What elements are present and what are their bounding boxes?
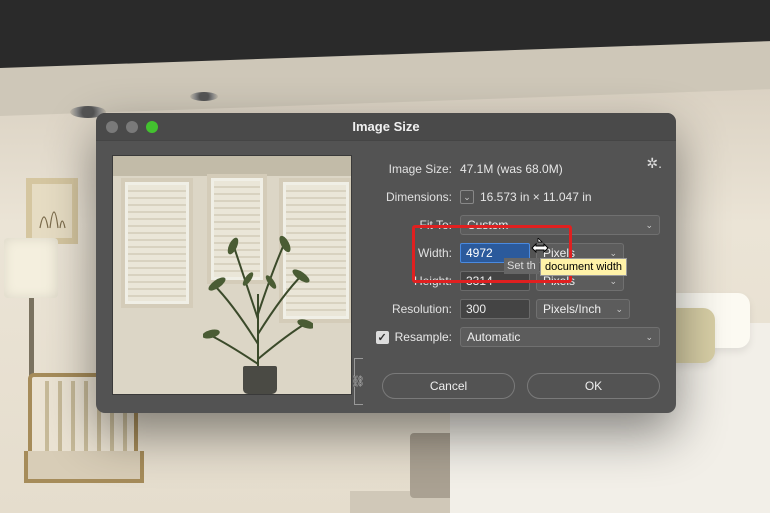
chevron-down-icon: ⌄ xyxy=(615,304,623,315)
minimize-icon[interactable] xyxy=(126,121,138,133)
close-icon[interactable] xyxy=(106,121,118,133)
ok-button[interactable]: OK xyxy=(527,373,660,399)
fit-to-value: Custom xyxy=(467,218,508,232)
constrain-proportions-icon[interactable]: ⛓ xyxy=(350,358,366,408)
resolution-unit-select[interactable]: Pixels/Inch ⌄ xyxy=(536,299,630,319)
resample-value: Automatic xyxy=(467,330,520,344)
resample-select[interactable]: Automatic ⌄ xyxy=(460,327,660,347)
height-unit-value: Pixels xyxy=(543,274,575,288)
titlebar[interactable]: Image Size xyxy=(96,113,676,141)
image-size-value: 47.1M (was 68.0M) xyxy=(460,162,563,176)
resolution-unit-value: Pixels/Inch xyxy=(543,302,601,316)
height-input[interactable]: 3314 xyxy=(460,271,530,291)
resolution-label: Resolution: xyxy=(368,302,460,316)
chevron-down-icon: ⌄ xyxy=(609,248,617,259)
tooltip: document width xyxy=(540,258,627,276)
chevron-down-icon: ⌄ xyxy=(645,220,653,231)
height-label: Height: xyxy=(368,274,460,288)
preview-thumbnail[interactable] xyxy=(112,155,352,395)
dimensions-disclosure[interactable]: ⌄ xyxy=(460,190,474,204)
resample-checkbox[interactable]: ✓ xyxy=(376,331,389,344)
resample-label: Resample: xyxy=(395,330,452,344)
gear-icon[interactable]: ✲. xyxy=(646,155,662,172)
tooltip-prefix: Set th xyxy=(504,258,539,274)
cancel-button[interactable]: Cancel xyxy=(382,373,515,399)
resolution-input[interactable]: 300 xyxy=(460,299,530,319)
chevron-down-icon: ⌄ xyxy=(609,276,617,287)
zoom-icon[interactable] xyxy=(146,121,158,133)
dimensions-label: Dimensions: xyxy=(368,190,460,204)
dimensions-value: 16.573 in × 11.047 in xyxy=(480,190,592,204)
width-label: Width: xyxy=(368,246,460,260)
dialog-title: Image Size xyxy=(96,113,676,141)
chevron-down-icon: ⌄ xyxy=(645,332,653,343)
fit-to-label: Fit To: xyxy=(368,218,460,232)
image-size-label: Image Size: xyxy=(368,162,460,176)
fit-to-select[interactable]: Custom ⌄ xyxy=(460,215,660,235)
